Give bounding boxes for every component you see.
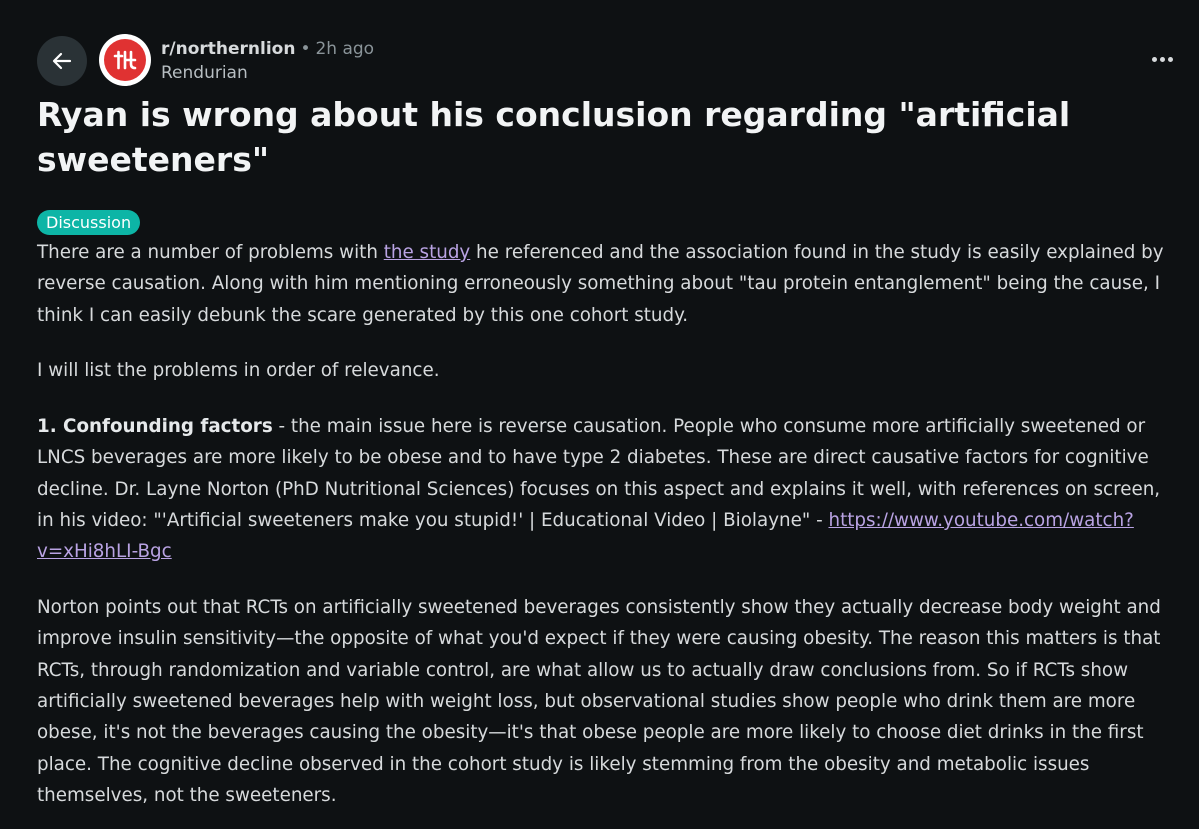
arrow-left-icon (52, 52, 72, 70)
subreddit-avatar[interactable] (99, 34, 151, 86)
paragraph-text: There are a number of problems with (37, 242, 384, 263)
post-title: Ryan is wrong about his conclusion regar… (37, 95, 1071, 179)
study-link[interactable]: the study (384, 242, 471, 263)
post-meta-top: r/northernlion • 2h ago (161, 37, 374, 61)
post-flair[interactable]: Discussion (37, 210, 141, 235)
body-paragraph-1: There are a number of problems with the … (37, 237, 1167, 331)
subreddit-icon (104, 39, 146, 81)
post-meta: r/northernlion • 2h ago Rendurian (161, 37, 374, 85)
more-options-icon (1151, 56, 1157, 62)
more-options-button[interactable] (1142, 44, 1182, 74)
body-paragraph-2: I will list the problems in order of rel… (37, 360, 440, 382)
author-username[interactable]: Rendurian (161, 61, 374, 85)
subreddit-logo-icon (113, 50, 137, 70)
more-options-dot (1167, 56, 1173, 62)
post-time: 2h ago (315, 39, 375, 59)
more-options-dot (1159, 56, 1165, 62)
section-heading: 1. Confounding factors (37, 416, 273, 438)
body-paragraph-3: 1. Confounding factors - the main issue … (37, 411, 1167, 567)
meta-separator: • (300, 39, 311, 59)
body-paragraph-4: Norton points out that RCTs on artificia… (37, 597, 1161, 806)
back-button[interactable] (37, 36, 87, 86)
post-body: There are a number of problems with the … (37, 237, 1167, 829)
subreddit-link[interactable]: r/northernlion (161, 39, 295, 59)
post-page: r/northernlion • 2h ago Rendurian Ryan is … (0, 0, 1199, 829)
